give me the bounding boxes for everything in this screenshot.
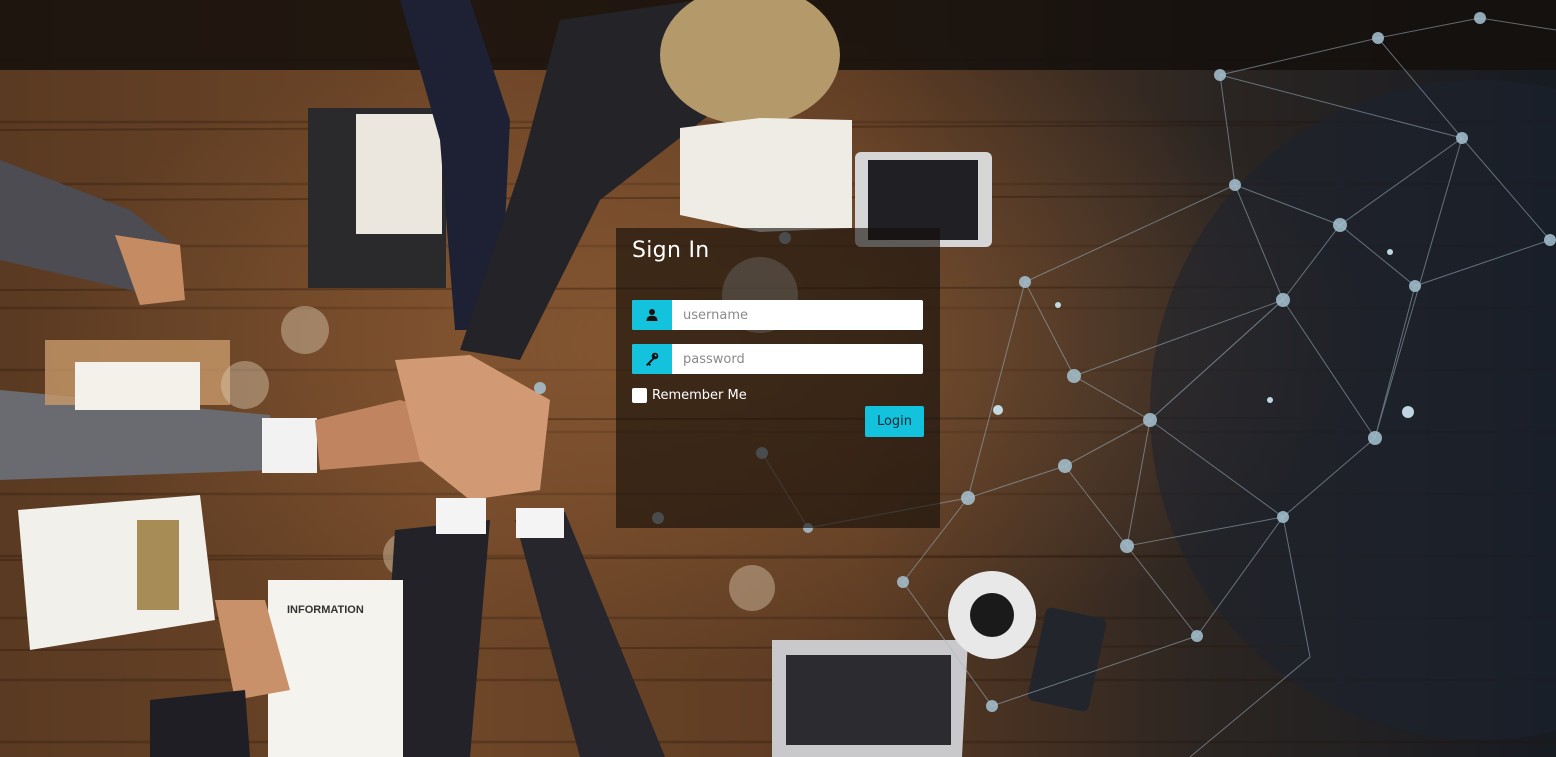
password-input[interactable] — [672, 344, 923, 374]
username-field — [632, 300, 923, 330]
login-button[interactable]: Login — [865, 406, 924, 437]
remember-me-checkbox[interactable] — [632, 388, 647, 403]
login-title: Sign In — [632, 238, 710, 263]
remember-me-label: Remember Me — [652, 388, 747, 403]
key-icon — [632, 344, 672, 374]
password-field — [632, 344, 923, 374]
remember-me[interactable]: Remember Me — [632, 388, 747, 403]
login-panel: Sign In Remember Me — [616, 228, 940, 528]
user-icon — [632, 300, 672, 330]
username-input[interactable] — [672, 300, 923, 330]
login-page: INFORMATION Sign In username Remember Me… — [0, 0, 1556, 757]
document-heading-text: INFORMATION — [287, 604, 364, 616]
